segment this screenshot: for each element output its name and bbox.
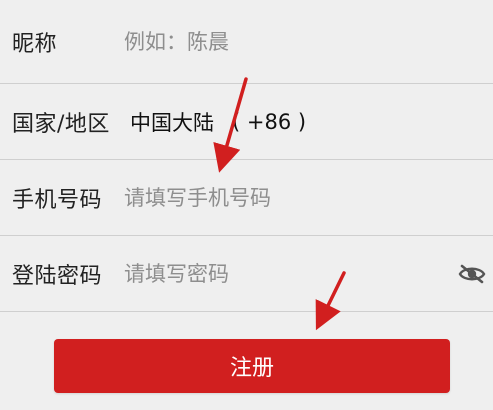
phone-input[interactable] bbox=[124, 180, 444, 215]
phone-label: 手机号码 bbox=[12, 187, 103, 213]
nickname-label: 昵称 bbox=[12, 31, 58, 57]
region-row[interactable]: 国家/地区 中国大陆 ( +86 ) bbox=[0, 84, 493, 160]
phone-row: 手机号码 bbox=[0, 160, 493, 236]
region-label: 国家/地区 bbox=[12, 111, 110, 137]
region-code: ( +86 ) bbox=[232, 109, 307, 134]
password-row: 登陆密码 bbox=[0, 236, 493, 312]
region-value: 中国大陆 bbox=[130, 110, 214, 135]
password-label: 登陆密码 bbox=[12, 263, 103, 289]
register-button[interactable]: 注册 bbox=[54, 339, 450, 393]
nickname-input[interactable] bbox=[124, 24, 444, 59]
nickname-row: 昵称 bbox=[0, 0, 493, 84]
region-selector[interactable]: 中国大陆 ( +86 ) bbox=[130, 107, 306, 137]
eye-off-icon[interactable] bbox=[457, 262, 487, 286]
registration-form: 昵称 国家/地区 中国大陆 ( +86 ) 手机号码 登陆密码 bbox=[0, 0, 493, 312]
password-input[interactable] bbox=[124, 256, 444, 291]
